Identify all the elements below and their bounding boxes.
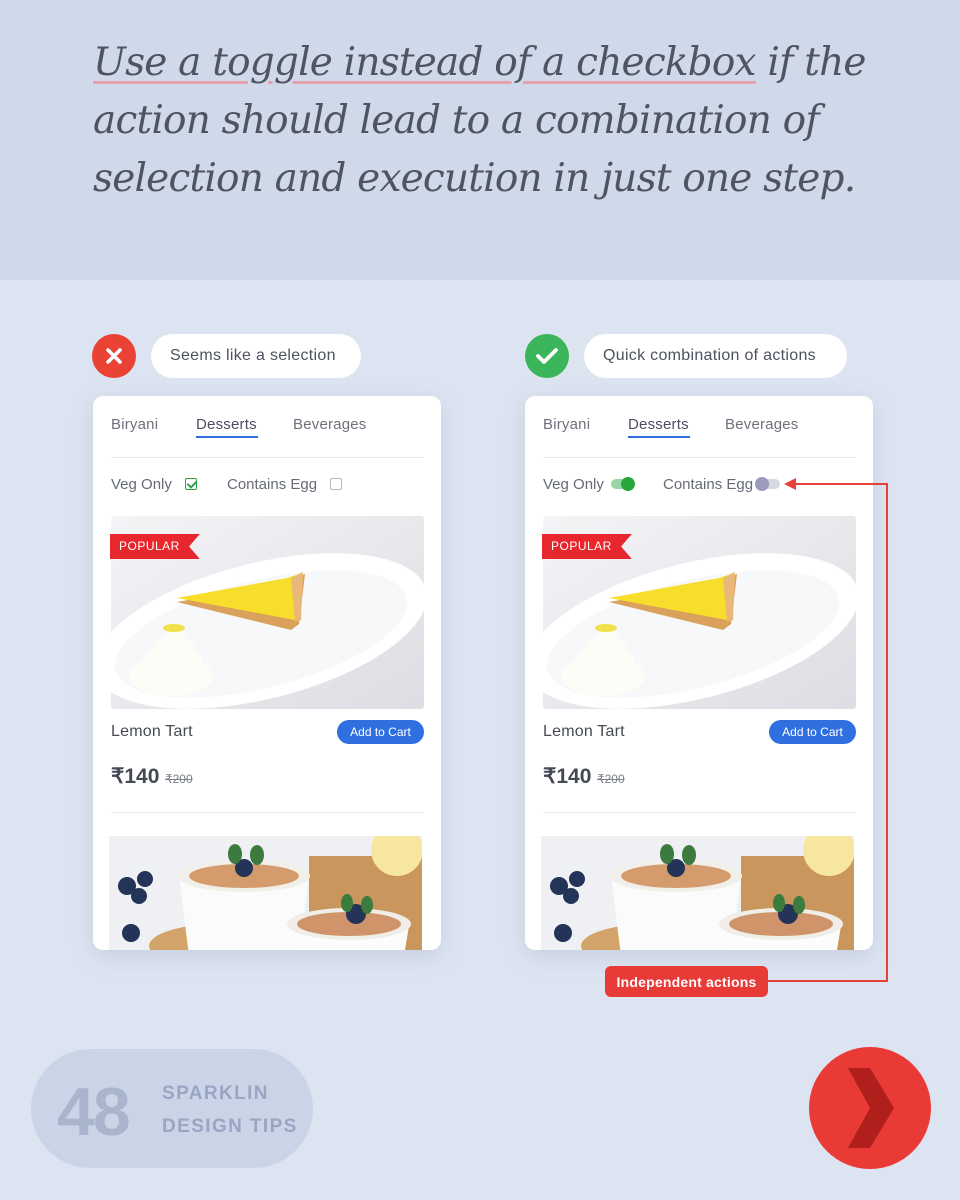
active-tab-indicator [628,436,690,438]
tab-desserts[interactable]: Desserts [196,416,257,433]
category-tabs: Biryani Desserts Beverages [111,416,424,458]
tab-beverages[interactable]: Beverages [725,416,799,433]
filter-row: Veg Only Contains Egg [111,476,424,496]
veg-only-toggle[interactable] [611,477,635,491]
headline-highlight: Use a toggle instead of a checkbox [93,40,757,85]
header-band: Use a toggle instead of a checkbox if th… [0,0,960,280]
checkbox-example-card: Biryani Desserts Beverages Veg Only Cont… [93,396,441,950]
contains-egg-label: Contains Egg [227,476,318,493]
veg-only-label: Veg Only [111,476,172,493]
brand-name: SPARKLIN [162,1083,269,1104]
bad-example-label: Seems like a selection [151,334,361,378]
toggle-knob [755,477,769,491]
tip-badge: 48 SPARKLIN DESIGN TIPS [31,1049,313,1168]
item-price: ₹140 [111,765,160,788]
good-example-label: Quick combination of actions [584,334,847,378]
item-price: ₹140 [543,765,592,788]
popular-badge: POPULAR [110,534,200,559]
veg-only-label: Veg Only [543,476,604,493]
check-icon [525,334,569,378]
contains-egg-checkbox[interactable] [330,478,342,490]
tip-number: 48 [57,1074,131,1150]
toggle-example-card: Biryani Desserts Beverages Veg Only Cont… [525,396,873,950]
add-to-cart-button[interactable]: Add to Cart [769,720,856,744]
tab-desserts[interactable]: Desserts [628,416,689,433]
active-tab-indicator [196,436,258,438]
popular-badge: POPULAR [542,534,632,559]
independent-actions-callout: Independent actions [605,966,768,997]
dessert-bowls-image [541,836,854,950]
divider [543,812,856,813]
item-name: Lemon Tart [543,723,625,740]
item-old-price: ₹200 [597,772,625,786]
headline: Use a toggle instead of a checkbox if th… [93,34,893,208]
divider [111,812,424,813]
toggle-knob [621,477,635,491]
tab-biryani[interactable]: Biryani [111,416,158,433]
tab-biryani[interactable]: Biryani [543,416,590,433]
category-tabs: Biryani Desserts Beverages [543,416,856,458]
item-name: Lemon Tart [111,723,193,740]
x-icon [92,334,136,378]
tab-beverages[interactable]: Beverages [293,416,367,433]
chevron-right-icon [848,1068,894,1148]
dessert-bowls-image [109,836,422,950]
veg-only-checkbox[interactable] [185,478,197,490]
series-name: DESIGN TIPS [162,1116,298,1137]
contains-egg-label: Contains Egg [663,476,754,493]
next-button[interactable] [809,1047,931,1169]
item-old-price: ₹200 [165,772,193,786]
contains-egg-toggle[interactable] [755,477,780,491]
add-to-cart-button[interactable]: Add to Cart [337,720,424,744]
filter-row: Veg Only Contains Egg [543,476,856,496]
